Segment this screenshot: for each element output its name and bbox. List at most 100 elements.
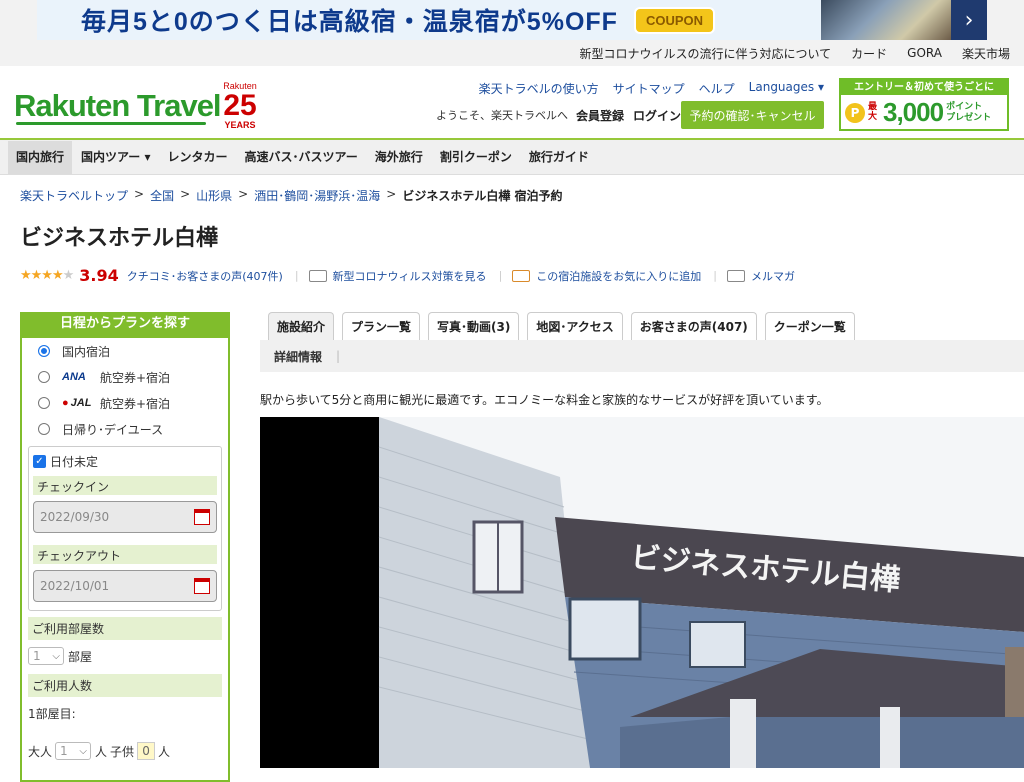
tab-photos[interactable]: 写真･動画(3) [428,312,520,340]
util-gora-link[interactable]: GORA [907,46,942,60]
breadcrumb-yamagata[interactable]: 山形県 [196,187,232,204]
points-promo-banner[interactable]: エントリー＆初めて使うごとに P 最大 3,000 ポイント プレゼント [839,78,1009,131]
promo-amount: 3,000 [883,97,944,127]
header-links: 楽天トラベルの使い方 サイトマップ ヘルプ Languages [479,80,824,97]
calendar-icon[interactable] [194,509,210,525]
utility-bar: 新型コロナウイルスの流行に伴う対応について カード GORA 楽天市場 [0,40,1024,66]
breadcrumb-sep: > [238,187,249,201]
promo-body: P 最大 3,000 ポイント プレゼント [841,95,1007,130]
people-row: 大人 1 人 子供 0 人 [22,739,228,763]
checkbox-checked-icon[interactable]: ✓ [33,455,46,468]
breadcrumb-national[interactable]: 全国 [150,187,174,204]
promo-points: ポイント プレゼント [946,102,991,123]
tab-overview[interactable]: 施設紹介 [268,312,335,340]
breadcrumb-sep: > [180,187,191,201]
jal-logo-icon: JAL [62,397,100,409]
sitemap-link[interactable]: サイトマップ [613,80,685,97]
option-ana[interactable]: ANA 航空券+宿泊 [22,364,228,390]
divider: | [336,349,341,363]
banner-text: 毎月5と0のつく日は高級宿・温泉宿が5%OFF [81,8,618,36]
promo-points-line2: プレゼント [946,112,992,123]
util-ichiba-link[interactable]: 楽天市場 [962,45,1010,62]
nav-domestic-tour[interactable]: 国内ツアー [73,141,158,174]
checkin-label: チェックイン [33,476,217,495]
breadcrumb: 楽天トラベルトップ > 全国 > 山形県 > 酒田･鶴岡･湯野浜･温海 > ビジ… [20,187,563,204]
divider: | [498,269,503,282]
option-dayuse[interactable]: 日帰り･デイユース [22,416,228,442]
option-label: 日帰り･デイユース [62,422,164,437]
breadcrumb-sep: > [134,187,145,201]
child-label: 子供 [110,744,135,759]
help-link[interactable]: ヘルプ [699,80,735,97]
tab-map[interactable]: 地図･アクセス [527,312,623,340]
rooms-unit: 部屋 [68,649,93,664]
nav-overseas[interactable]: 海外旅行 [367,141,431,174]
mail-icon [727,269,745,282]
nav-bus[interactable]: 高速バス･バスツアー [237,141,366,174]
rating-score: 3.94 [79,266,119,285]
banner-next-icon[interactable]: › [951,0,987,40]
reservation-check-button[interactable]: 予約の確認･キャンセル [681,101,824,129]
tab-coupons[interactable]: クーポン一覧 [764,312,855,340]
breadcrumb-top[interactable]: 楽天トラベルトップ [20,187,128,204]
global-nav: 国内旅行 国内ツアー レンタカー 高速バス･バスツアー 海外旅行 割引クーポン … [0,140,1024,175]
radio-domestic[interactable] [38,345,50,357]
option-jal[interactable]: JAL 航空券+宿泊 [22,390,228,416]
banner-photo [821,0,951,40]
util-card-link[interactable]: カード [851,45,887,62]
promo-top-text: エントリー＆初めて使うごとに [841,80,1007,95]
welcome-text: ようこそ、楽天トラベルへ [436,109,568,122]
login-link[interactable]: ログイン [633,107,681,124]
add-favorite-link[interactable]: この宿泊施設をお気に入りに追加 [536,268,701,284]
promo-points-line1: ポイント [946,102,983,113]
hotel-tabs: 施設紹介 プラン一覧 写真･動画(3) 地図･アクセス お客さまの声(407) … [268,312,855,340]
option-label: 航空券+宿泊 [100,370,171,385]
people-label: ご利用人数 [28,674,222,697]
reviews-link[interactable]: クチコミ･お客さまの声(407件) [127,268,283,284]
rooms-select[interactable]: 1 [28,647,64,665]
mailmag-link[interactable]: メルマガ [751,268,795,284]
breadcrumb-area[interactable]: 酒田･鶴岡･湯野浜･温海 [254,187,380,204]
tab-reviews[interactable]: お客さまの声(407) [630,312,757,340]
banner-area: 毎月5と0のつく日は高級宿・温泉宿が5%OFF COUPON › [0,0,1024,40]
site-header: Rakuten Travel Rakuten 25 YEARS 楽天トラベルの使… [0,66,1024,140]
nav-guide[interactable]: 旅行ガイド [521,141,597,174]
checkout-value: 2022/10/01 [40,579,110,593]
date-undecided-checkbox[interactable]: ✓ 日付未定 [33,453,217,470]
languages-dropdown[interactable]: Languages [749,80,824,97]
tab-plans[interactable]: プラン一覧 [342,312,421,340]
adult-label: 大人 [28,744,53,759]
util-covid-link[interactable]: 新型コロナウイルスの流行に伴う対応について [580,45,832,62]
subtab-bar: 詳細情報 | [260,340,1024,372]
checkin-date-input[interactable]: 2022/09/30 [33,501,217,533]
nav-coupon[interactable]: 割引クーポン [432,141,520,174]
nav-rentacar[interactable]: レンタカー [160,141,236,174]
calendar-icon[interactable] [194,578,210,594]
anniversary-years: YEARS [224,120,256,130]
promo-banner[interactable]: 毎月5と0のつく日は高級宿・温泉宿が5%OFF COUPON › [37,0,987,40]
banner-coupon-badge: COUPON [633,6,715,34]
rating-row: ★★★★★ 3.94 クチコミ･お客さまの声(407件) | 新型コロナウィルス… [20,266,807,285]
member-register-link[interactable]: 会員登録 [576,107,624,124]
covid-measures-link[interactable]: 新型コロナウィルス対策を見る [333,268,487,284]
adult-select[interactable]: 1 [55,742,92,760]
nav-domestic[interactable]: 国内旅行 [8,140,73,174]
howto-link[interactable]: 楽天トラベルの使い方 [479,80,599,97]
breadcrumb-current: ビジネスホテル白樺 宿泊予約 [402,189,563,203]
rooms-label: ご利用部屋数 [28,617,222,640]
rakuten-travel-logo[interactable]: Rakuten Travel [14,88,222,124]
checkout-date-input[interactable]: 2022/10/01 [33,570,217,602]
radio-jal[interactable] [38,397,50,409]
option-label: 国内宿泊 [62,344,111,359]
child-count[interactable]: 0 [137,742,156,760]
radio-ana[interactable] [38,371,50,383]
hotel-photo[interactable]: ビジネスホテル白樺 [260,417,1024,768]
subtab-details[interactable]: 詳細情報 [274,348,322,365]
checkin-value: 2022/09/30 [40,510,110,524]
option-domestic[interactable]: 国内宿泊 [22,338,228,364]
favorite-icon [512,269,531,282]
undecided-label: 日付未定 [50,455,99,469]
logo-underline [16,122,206,125]
rating-stars-icon: ★★★★★ [20,268,74,283]
radio-dayuse[interactable] [38,423,50,435]
